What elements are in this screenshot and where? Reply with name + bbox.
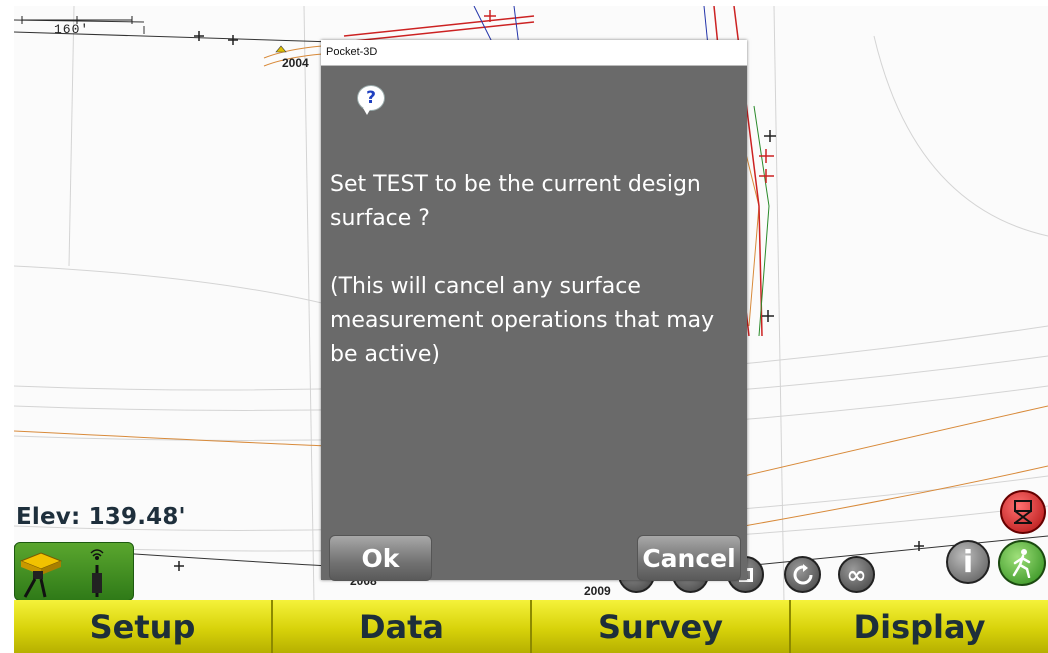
tab-survey[interactable]: Survey <box>532 600 791 653</box>
refresh-button[interactable] <box>784 556 821 593</box>
infinity-icon: ∞ <box>846 560 867 589</box>
tab-setup[interactable]: Setup <box>14 600 273 653</box>
info-button[interactable]: i <box>946 540 990 584</box>
station-label: 2009 <box>584 584 611 598</box>
question-icon: ? <box>357 85 385 115</box>
cancel-button[interactable]: Cancel <box>637 535 741 581</box>
dialog-title: Pocket-3D <box>321 40 747 66</box>
stop-button[interactable] <box>1000 490 1046 534</box>
main-menu-bar: Setup Data Survey Display <box>14 600 1048 653</box>
info-icon: i <box>962 544 974 580</box>
ok-button[interactable]: Ok <box>329 535 432 581</box>
radio-antenna-icon <box>90 549 104 597</box>
tab-data[interactable]: Data <box>273 600 532 653</box>
map-scale-label: 160' <box>54 22 90 37</box>
zoom-extents-button[interactable]: ∞ <box>838 556 875 593</box>
walking-person-icon <box>1012 549 1031 578</box>
station-label: 2004 <box>282 56 309 70</box>
elevation-readout: Elev: 139.48' <box>16 504 186 530</box>
tab-display[interactable]: Display <box>791 600 1048 653</box>
gps-receiver-icon <box>19 552 63 598</box>
stop-figure-icon <box>1014 500 1032 524</box>
gps-status-panel[interactable] <box>14 542 134 601</box>
confirm-dialog: Pocket-3D ? Set TEST to be the current d… <box>321 40 747 581</box>
dialog-warning-text: (This will cancel any surface measuremen… <box>330 274 715 367</box>
refresh-icon <box>793 563 812 584</box>
dialog-message: Set TEST to be the current design surfac… <box>330 168 740 372</box>
walk-mode-button[interactable] <box>998 540 1046 586</box>
dialog-question-text: Set TEST to be the current design surfac… <box>330 172 701 231</box>
